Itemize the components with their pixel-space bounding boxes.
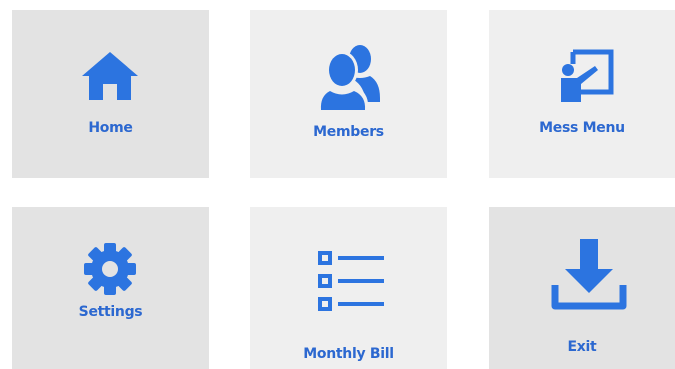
settings-label: Settings xyxy=(78,304,143,320)
members-label: Members xyxy=(313,124,384,140)
home-label: Home xyxy=(88,120,133,136)
gear-icon xyxy=(82,241,138,297)
members-icon xyxy=(316,42,380,112)
members-tile[interactable]: Members xyxy=(250,10,447,178)
exit-tile[interactable]: Exit xyxy=(489,207,675,369)
home-tile[interactable]: Home xyxy=(12,10,209,178)
monthly-bill-label: Monthly Bill xyxy=(303,346,394,362)
home-icon xyxy=(80,50,140,102)
mess-menu-label: Mess Menu xyxy=(539,120,625,136)
download-icon xyxy=(551,237,627,311)
presentation-board-icon xyxy=(559,48,615,104)
list-icon xyxy=(316,249,388,313)
mess-menu-tile[interactable]: Mess Menu xyxy=(489,10,675,178)
exit-label: Exit xyxy=(567,339,597,355)
settings-tile[interactable]: Settings xyxy=(12,207,209,369)
monthly-bill-tile[interactable]: Monthly Bill xyxy=(250,207,447,369)
